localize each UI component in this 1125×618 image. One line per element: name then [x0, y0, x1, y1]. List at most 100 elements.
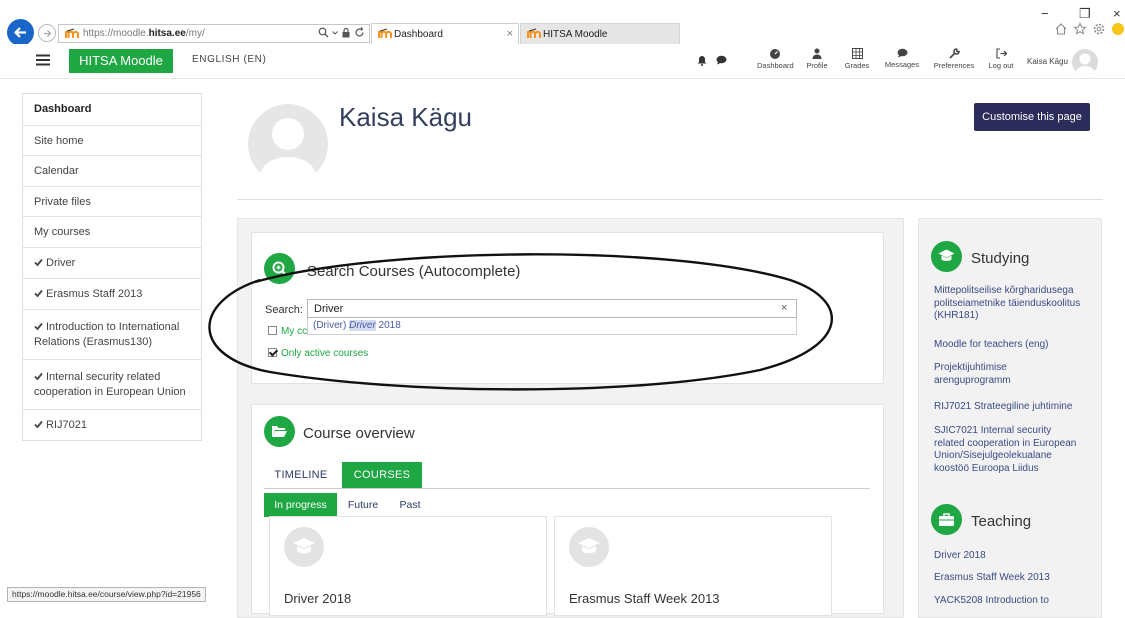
restore-button[interactable]: ❐: [1079, 6, 1091, 22]
smiley-icon[interactable]: [1111, 22, 1125, 36]
user-menu-name[interactable]: Kaisa Kägu: [1027, 57, 1068, 66]
nav-course-erasmus[interactable]: Erasmus Staff 2013: [23, 278, 201, 309]
nav-course-rij7021[interactable]: RIJ7021: [23, 409, 201, 441]
my-courses-checkbox[interactable]: [268, 326, 277, 335]
avatar-silhouette-icon: [258, 118, 318, 184]
customise-page-button[interactable]: Customise this page: [974, 103, 1090, 131]
nav-course-driver[interactable]: Driver: [23, 247, 201, 278]
language-menu[interactable]: ENGLISH (EN): [192, 54, 266, 65]
studying-link-moodle-teachers[interactable]: Moodle for teachers (eng): [934, 339, 1094, 352]
site-home-button[interactable]: HITSA Moodle: [69, 49, 173, 73]
back-button[interactable]: [7, 19, 34, 46]
lock-icon[interactable]: [341, 27, 351, 38]
nav-profile[interactable]: Profile: [804, 48, 830, 70]
nav-site-home-link[interactable]: Site home: [23, 125, 201, 155]
studying-link-sjic7021[interactable]: SJIC7021 Internal security related cooper…: [934, 425, 1094, 475]
only-active-checkbox[interactable]: [268, 348, 277, 357]
tab-courses[interactable]: COURSES: [342, 462, 422, 489]
settings-gear-icon[interactable]: [1092, 22, 1106, 36]
checkmark-icon: [34, 258, 43, 267]
forward-button[interactable]: [38, 24, 56, 42]
star-icon[interactable]: [1073, 22, 1087, 36]
tab-underline: [264, 488, 870, 489]
moodle-favicon-icon: [65, 28, 79, 38]
dropdown-icon[interactable]: [332, 27, 338, 38]
tab-hitsa-moodle[interactable]: HITSA Moodle: [520, 23, 680, 44]
arrow-left-icon: [13, 27, 26, 38]
messages-icon: [897, 48, 907, 58]
user-avatar[interactable]: [1072, 49, 1098, 75]
teaching-link-driver-2018[interactable]: Driver 2018: [934, 550, 1094, 563]
user-icon: [812, 48, 822, 59]
dashboard-icon: [770, 49, 780, 59]
studying-link-rij7021[interactable]: RIJ7021 Strateegiline juhtimine: [934, 401, 1094, 414]
checkmark-icon: [34, 420, 43, 429]
course-card-driver[interactable]: Driver 2018: [269, 516, 547, 616]
nav-dashboard-link[interactable]: Dashboard: [23, 94, 201, 125]
course-card-erasmus[interactable]: Erasmus Staff Week 2013: [554, 516, 832, 616]
studying-link-projektijuhtimise[interactable]: Projektijuhtimise arenguprogramm: [934, 362, 1094, 387]
course-search-input[interactable]: [307, 299, 797, 318]
search-label: Search:: [265, 304, 303, 316]
autocomplete-suggestion[interactable]: (Driver) Driver 2018: [307, 318, 797, 335]
checkmark-icon: [34, 322, 43, 331]
tab-close-button[interactable]: ×: [507, 28, 513, 40]
nav-calendar-link[interactable]: Calendar: [23, 155, 201, 186]
nav-messages[interactable]: Messages: [883, 48, 921, 69]
status-bar-url: https://moodle.hitsa.ee/course/view.php?…: [7, 587, 206, 602]
graduation-cap-icon: [938, 249, 955, 261]
moodle-favicon-icon: [378, 28, 392, 38]
checkmark-icon: [34, 289, 43, 298]
header-divider: [237, 199, 1103, 200]
minimize-button[interactable]: −: [1041, 6, 1049, 21]
graduation-cap-icon: [578, 538, 600, 554]
address-bar[interactable]: https://moodle.hitsa.ee/my/: [58, 24, 370, 43]
nav-course-internal-security[interactable]: Internal security related cooperation in …: [23, 359, 201, 409]
nav-logout[interactable]: Log out: [987, 48, 1015, 70]
bell-icon[interactable]: [697, 55, 707, 66]
home-icon[interactable]: [1054, 22, 1068, 36]
tab-timeline[interactable]: TIMELINE: [266, 462, 336, 489]
clear-search-button[interactable]: ×: [781, 302, 787, 314]
studying-link-khr181[interactable]: Mittepolitseilise kõrgharidusega politsei…: [934, 285, 1094, 323]
nav-my-courses-link[interactable]: My courses: [23, 216, 201, 247]
tab-dashboard[interactable]: Dashboard ×: [371, 23, 519, 44]
nav-course-intl-relations[interactable]: Introduction to International Relations (…: [23, 309, 201, 359]
nav-dashboard[interactable]: Dashboard: [757, 48, 794, 70]
search-block-icon: [264, 253, 295, 284]
search-icon[interactable]: [318, 27, 329, 38]
filter-future[interactable]: Future: [341, 493, 385, 517]
search-block-title: Search Courses (Autocomplete): [307, 263, 521, 280]
page-title: Kaisa Kägu: [339, 102, 472, 132]
only-active-checkbox-row[interactable]: Only active courses: [268, 348, 368, 359]
avatar-silhouette-icon: [1075, 53, 1095, 75]
teaching-title: Teaching: [971, 513, 1032, 530]
teaching-link-erasmus[interactable]: Erasmus Staff Week 2013: [934, 572, 1094, 585]
teaching-link-yack5208[interactable]: YACK5208 Introduction to: [934, 595, 1094, 608]
nav-private-files-link[interactable]: Private files: [23, 186, 201, 216]
close-window-button[interactable]: ×: [1113, 6, 1121, 21]
navigation-drawer: Dashboard Site home Calendar Private fil…: [22, 93, 202, 441]
arrow-right-icon: [44, 30, 52, 37]
address-url: https://moodle.hitsa.ee/my/: [83, 28, 205, 39]
logout-icon: [995, 48, 1007, 59]
hamburger-menu-icon[interactable]: [36, 54, 50, 66]
refresh-icon[interactable]: [354, 27, 365, 38]
filter-in-progress[interactable]: In progress: [264, 493, 337, 517]
wrench-icon: [948, 48, 960, 59]
folder-open-icon: [272, 426, 287, 437]
nav-preferences[interactable]: Preferences: [933, 48, 975, 70]
graduation-cap-icon: [293, 538, 315, 554]
filter-past[interactable]: Past: [394, 493, 426, 517]
checkmark-icon: [34, 372, 43, 381]
profile-avatar: [248, 104, 328, 184]
grades-icon: [851, 48, 863, 59]
chat-bubble-icon[interactable]: [716, 55, 727, 65]
teaching-icon: [931, 504, 962, 535]
nav-grades[interactable]: Grades: [842, 48, 872, 70]
course-overview-title: Course overview: [303, 425, 415, 442]
briefcase-icon: [939, 513, 954, 526]
tab-title: Dashboard: [394, 29, 443, 40]
moodle-navbar: HITSA Moodle ENGLISH (EN) Dashboard Prof…: [0, 44, 1125, 79]
my-courses-checkbox-row[interactable]: My cc: [268, 326, 307, 337]
